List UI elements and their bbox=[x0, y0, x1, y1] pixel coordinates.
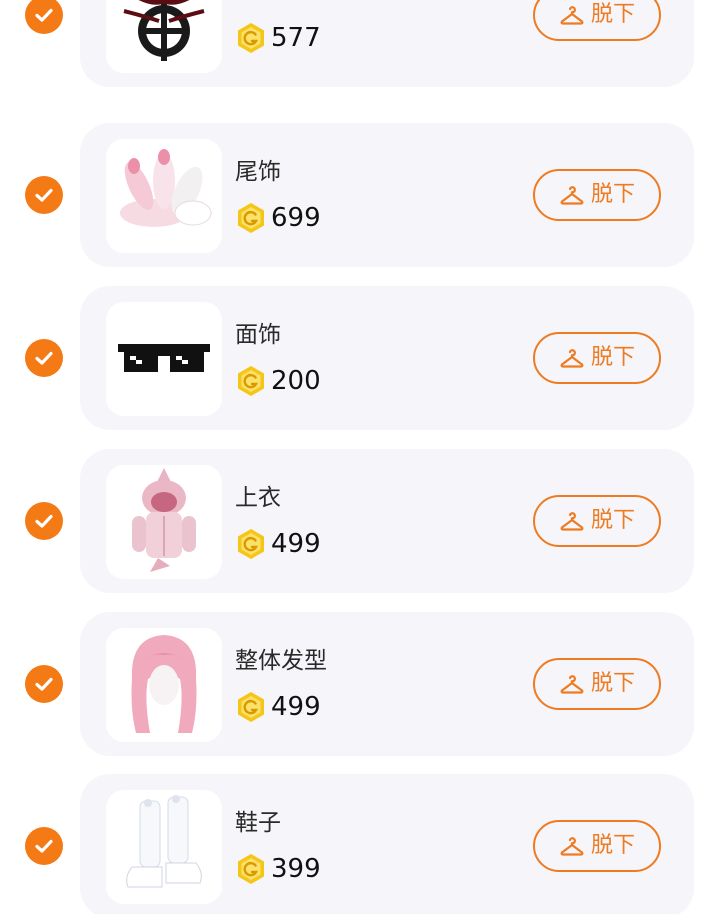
item-thumbnail bbox=[106, 302, 222, 416]
list-item: 尾饰 699 脱下 bbox=[0, 120, 720, 270]
remove-button-label: 脱下 bbox=[590, 345, 635, 370]
hanger-icon bbox=[560, 186, 584, 205]
item-name: 面饰 bbox=[235, 322, 281, 348]
coin-icon bbox=[238, 203, 264, 233]
item-price: 399 bbox=[236, 852, 321, 886]
item-name: 整体发型 bbox=[235, 648, 327, 674]
remove-button-label: 脱下 bbox=[590, 2, 635, 27]
item-name: 上衣 bbox=[235, 485, 281, 511]
coin-icon bbox=[238, 854, 264, 884]
item-price: 200 bbox=[236, 364, 321, 398]
remove-button[interactable]: 脱下 bbox=[533, 0, 661, 41]
checked-icon[interactable] bbox=[25, 0, 63, 34]
coin-icon bbox=[238, 529, 264, 559]
list-item: 577 脱下 bbox=[0, 0, 720, 90]
white-boots-icon bbox=[126, 795, 202, 888]
item-card: 上衣 499 脱下 bbox=[80, 449, 694, 593]
list-item: 鞋子 399 脱下 bbox=[0, 771, 720, 914]
list-item: 面饰 200 脱下 bbox=[0, 283, 720, 433]
remove-button[interactable]: 脱下 bbox=[533, 495, 661, 547]
remove-button[interactable]: 脱下 bbox=[533, 169, 661, 221]
remove-button[interactable]: 脱下 bbox=[533, 658, 661, 710]
remove-button-label: 脱下 bbox=[590, 508, 635, 533]
pixel-sunglasses-icon bbox=[118, 344, 210, 372]
hanger-icon bbox=[560, 675, 584, 694]
price-value: 499 bbox=[271, 529, 321, 559]
price-value: 499 bbox=[271, 692, 321, 722]
price-value: 399 bbox=[271, 854, 321, 884]
checked-icon[interactable] bbox=[25, 176, 63, 214]
remove-button[interactable]: 脱下 bbox=[533, 820, 661, 872]
item-price: 499 bbox=[236, 690, 321, 724]
wings-emblem-icon bbox=[123, 0, 205, 61]
item-card: 面饰 200 脱下 bbox=[80, 286, 694, 430]
remove-button[interactable]: 脱下 bbox=[533, 332, 661, 384]
coin-icon bbox=[238, 692, 264, 722]
item-name: 鞋子 bbox=[235, 810, 281, 836]
item-card: 尾饰 699 脱下 bbox=[80, 123, 694, 267]
hanger-icon bbox=[560, 512, 584, 531]
item-thumbnail bbox=[106, 465, 222, 579]
checked-icon[interactable] bbox=[25, 665, 63, 703]
item-price: 699 bbox=[236, 201, 321, 235]
item-thumbnail bbox=[106, 0, 222, 73]
item-price: 499 bbox=[236, 527, 321, 561]
hanger-icon bbox=[560, 6, 584, 25]
item-card: 577 脱下 bbox=[80, 0, 694, 87]
coin-icon bbox=[238, 366, 264, 396]
price-value: 577 bbox=[271, 23, 321, 53]
coin-icon bbox=[238, 23, 264, 53]
item-card: 整体发型 499 脱下 bbox=[80, 612, 694, 756]
checked-icon[interactable] bbox=[25, 502, 63, 540]
remove-button-label: 脱下 bbox=[590, 833, 635, 858]
fox-tails-icon bbox=[120, 149, 212, 227]
price-value: 699 bbox=[271, 203, 321, 233]
checked-icon[interactable] bbox=[25, 827, 63, 865]
pink-hair-icon bbox=[131, 635, 197, 733]
list-item: 上衣 499 脱下 bbox=[0, 446, 720, 596]
remove-button-label: 脱下 bbox=[590, 671, 635, 696]
list-item: 整体发型 499 脱下 bbox=[0, 609, 720, 759]
item-thumbnail bbox=[106, 139, 222, 253]
price-value: 200 bbox=[271, 366, 321, 396]
item-name: 尾饰 bbox=[235, 159, 281, 185]
remove-button-label: 脱下 bbox=[590, 182, 635, 207]
outfit-item-list: 577 脱下 尾饰 699 脱下 面饰 200 脱下 上衣 499 脱下 整体发… bbox=[0, 0, 720, 914]
hanger-icon bbox=[560, 837, 584, 856]
shark-hoodie-icon bbox=[132, 468, 196, 572]
hanger-icon bbox=[560, 349, 584, 368]
item-card: 鞋子 399 脱下 bbox=[80, 774, 694, 914]
item-thumbnail bbox=[106, 628, 222, 742]
item-thumbnail bbox=[106, 790, 222, 904]
item-price: 577 bbox=[236, 21, 321, 55]
checked-icon[interactable] bbox=[25, 339, 63, 377]
